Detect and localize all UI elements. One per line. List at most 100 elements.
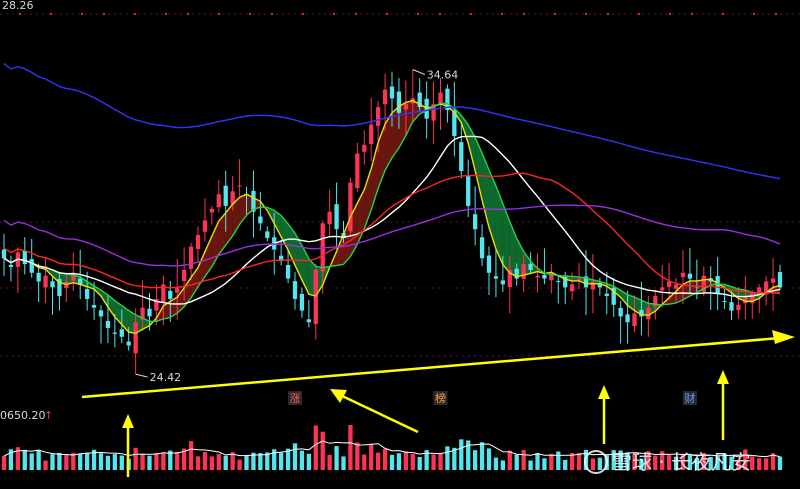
candle-body bbox=[563, 275, 568, 288]
candle-body bbox=[770, 278, 776, 283]
candle-body bbox=[348, 182, 353, 232]
candle-body bbox=[306, 319, 312, 323]
candle-body bbox=[175, 287, 180, 293]
grid-dot bbox=[606, 12, 610, 16]
candle-body bbox=[535, 275, 540, 278]
ma-ribbon-fills bbox=[4, 100, 780, 334]
volume-bar bbox=[341, 456, 346, 470]
candle-body bbox=[500, 280, 506, 285]
volume-bar bbox=[348, 425, 353, 470]
candle-body bbox=[91, 304, 97, 308]
volume-bar bbox=[514, 454, 519, 470]
candle-body bbox=[729, 302, 734, 311]
candle-body bbox=[687, 273, 693, 279]
candle-body bbox=[202, 220, 208, 232]
volume-bar bbox=[154, 453, 159, 470]
stock-chart: 28.26 0650.20 ↑ 34.64 24.42 涨 榜 财 雪球 · 长夜凡… bbox=[0, 0, 800, 477]
candle-body bbox=[334, 204, 339, 230]
volume-bar bbox=[597, 457, 603, 470]
grid-dot bbox=[164, 12, 168, 16]
volume-bar bbox=[175, 452, 180, 470]
volume-bar bbox=[389, 454, 395, 470]
candle-body bbox=[604, 293, 609, 297]
volume-bar bbox=[355, 442, 360, 470]
ribbon-segment bbox=[225, 204, 233, 246]
grid-dot bbox=[500, 12, 504, 16]
candle-body bbox=[313, 269, 318, 324]
volume-bar bbox=[57, 452, 62, 470]
volume-bar bbox=[313, 425, 318, 470]
volume-bar bbox=[299, 450, 305, 470]
volume-bar bbox=[306, 453, 312, 470]
candle-body bbox=[98, 310, 104, 317]
volume-bar bbox=[202, 452, 208, 470]
volume-bar bbox=[278, 452, 284, 470]
volume-bar bbox=[403, 451, 409, 470]
volume-bar bbox=[84, 452, 90, 470]
grid-dot bbox=[469, 12, 473, 16]
grid-dot bbox=[774, 12, 778, 16]
volume-bar bbox=[1, 456, 7, 470]
grid-dot bbox=[752, 12, 756, 16]
event-tag-text: 涨 bbox=[290, 392, 301, 405]
candle-body bbox=[209, 208, 215, 213]
candle-body bbox=[119, 329, 124, 337]
low-price-label: 24.42 bbox=[150, 371, 182, 384]
candle-body bbox=[528, 263, 533, 270]
volume-bar bbox=[542, 458, 547, 470]
grid-dot bbox=[385, 12, 389, 16]
volume-bar bbox=[486, 448, 492, 470]
volume-bar bbox=[528, 460, 533, 470]
grid-dot bbox=[217, 12, 221, 16]
candle-body bbox=[223, 185, 228, 206]
volume-bar bbox=[500, 460, 506, 470]
high-price-label: 34.64 bbox=[427, 69, 459, 82]
event-tag-text: 榜 bbox=[435, 391, 446, 405]
volume-bar bbox=[140, 454, 145, 470]
candle-body bbox=[736, 304, 741, 311]
volume-bar bbox=[320, 431, 325, 470]
grid-dot bbox=[553, 12, 557, 16]
candle-body bbox=[680, 272, 686, 278]
candle-body bbox=[265, 231, 270, 238]
candle-body bbox=[777, 272, 783, 288]
candle-body bbox=[479, 237, 485, 259]
candle-body bbox=[660, 287, 665, 291]
volume-bar bbox=[493, 457, 499, 470]
candle-body bbox=[389, 86, 395, 99]
candle-body bbox=[29, 259, 34, 273]
grid-dot bbox=[18, 12, 22, 16]
volume-bar bbox=[472, 450, 478, 470]
candle-body bbox=[355, 153, 360, 189]
volume-bar bbox=[327, 454, 332, 470]
candle-body bbox=[625, 314, 630, 323]
candle-body bbox=[493, 276, 499, 279]
grid-dot bbox=[186, 12, 190, 16]
candle-body bbox=[362, 144, 367, 152]
candle-body bbox=[188, 246, 194, 269]
candle-body bbox=[258, 216, 263, 224]
volume-bar bbox=[438, 452, 443, 470]
candle-body bbox=[36, 272, 41, 282]
candle-body bbox=[375, 107, 381, 126]
grid-dot bbox=[248, 12, 252, 16]
volume-bar bbox=[161, 452, 166, 470]
volume-bar bbox=[479, 442, 485, 470]
ma-line-ma_red bbox=[3, 172, 781, 294]
volume-bar bbox=[556, 451, 561, 470]
up-arrow-left-head-icon bbox=[122, 414, 134, 428]
grid-dot bbox=[301, 12, 305, 16]
watermark-text: 雪球 · 长夜凡安 bbox=[612, 450, 751, 474]
candle-body bbox=[438, 92, 443, 105]
ma-line-ma_purple bbox=[3, 204, 781, 267]
candle-body bbox=[237, 185, 242, 187]
candle-body bbox=[292, 281, 298, 299]
volume-bar bbox=[431, 454, 436, 470]
candle-body bbox=[1, 249, 7, 259]
volume-bar bbox=[417, 456, 422, 470]
volume-bar bbox=[119, 455, 124, 470]
volume-bar bbox=[216, 454, 221, 470]
grid-dot bbox=[80, 12, 84, 16]
candle-body bbox=[285, 264, 291, 279]
candle-body bbox=[327, 211, 332, 225]
